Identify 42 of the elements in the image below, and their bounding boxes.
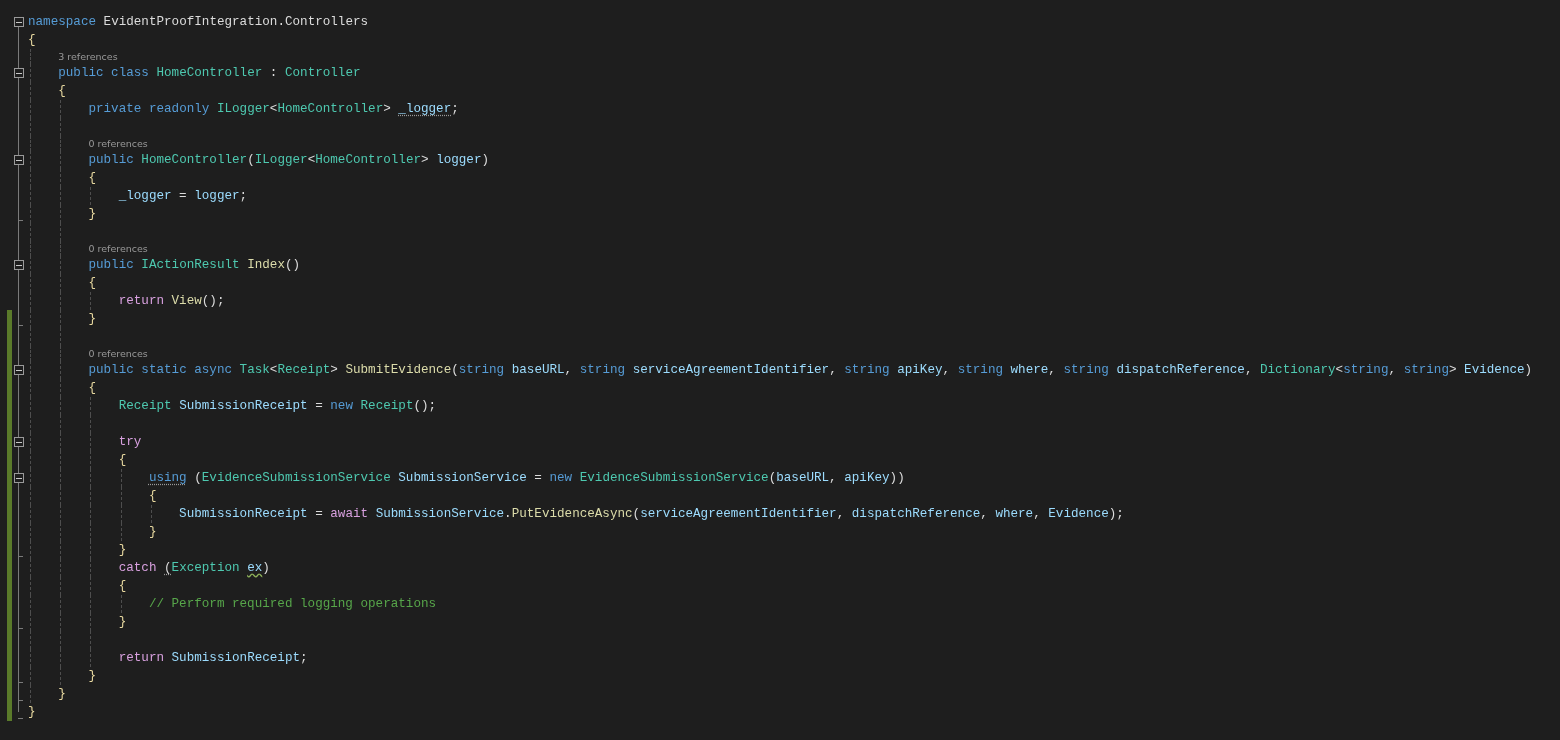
references-link[interactable]: 3 references [58,49,118,64]
code-line: } [88,206,96,223]
code-line: { [58,83,66,100]
collapse-icon[interactable] [14,260,24,270]
code-line: public class HomeController : Controller [58,65,361,82]
collapse-icon[interactable] [14,473,24,483]
code-line: SubmissionReceipt = await SubmissionService.PutEvidenceAsync(serviceAgreementIdentifier, dispatchReference, where, Evidence); [179,506,1124,523]
references-link[interactable]: 0 references [88,346,148,361]
references-link[interactable]: 0 references [88,241,148,256]
code-line: } [88,311,96,328]
code-line: public IActionResult Index() [88,257,301,274]
code-line: // Perform required logging operations [148,596,437,613]
code-line: } [58,686,66,703]
code-line: public HomeController(ILogger<HomeController> logger) [88,152,490,169]
code-line: } [118,614,127,631]
code-line: try [118,434,142,451]
code-line: } [28,704,36,721]
code-line: private readonly ILogger<HomeController> _logger; [88,101,459,118]
code-line: } [118,542,127,559]
code-line: catch (Exception ex) [118,560,270,577]
code-line: { [148,488,157,505]
collapse-icon[interactable] [14,17,24,27]
code-line: using (EvidenceSubmissionService SubmissionService = new EvidenceSubmissionService(baseURL, apiKey)) [148,470,905,487]
code-line: namespace EvidentProofIntegration.Controllers [28,14,369,31]
collapse-icon[interactable] [14,68,24,78]
collapse-icon[interactable] [14,365,24,375]
code-line: } [88,668,96,685]
code-line: { [88,170,96,187]
collapse-icon[interactable] [14,437,24,447]
code-line: { [118,578,127,595]
code-line: _logger = logger; [118,188,248,205]
code-line: return SubmissionReceipt; [118,650,308,667]
code-line: { [118,452,127,469]
references-link[interactable]: 0 references [88,136,148,151]
code-line: } [148,524,157,541]
code-line: { [28,32,36,49]
code-line: { [88,275,96,292]
code-line: Receipt SubmissionReceipt = new Receipt(); [118,398,437,415]
code-line: public static async Task<Receipt> SubmitEvidence(string baseURL, string serviceAgreementIdentifier, string apiKey, string where, string dispatchReference, Dictionary<string, string> Evidence) [88,362,1533,379]
collapse-icon[interactable] [14,155,24,165]
code-line: { [88,380,96,397]
code-line: return View(); [118,293,225,310]
